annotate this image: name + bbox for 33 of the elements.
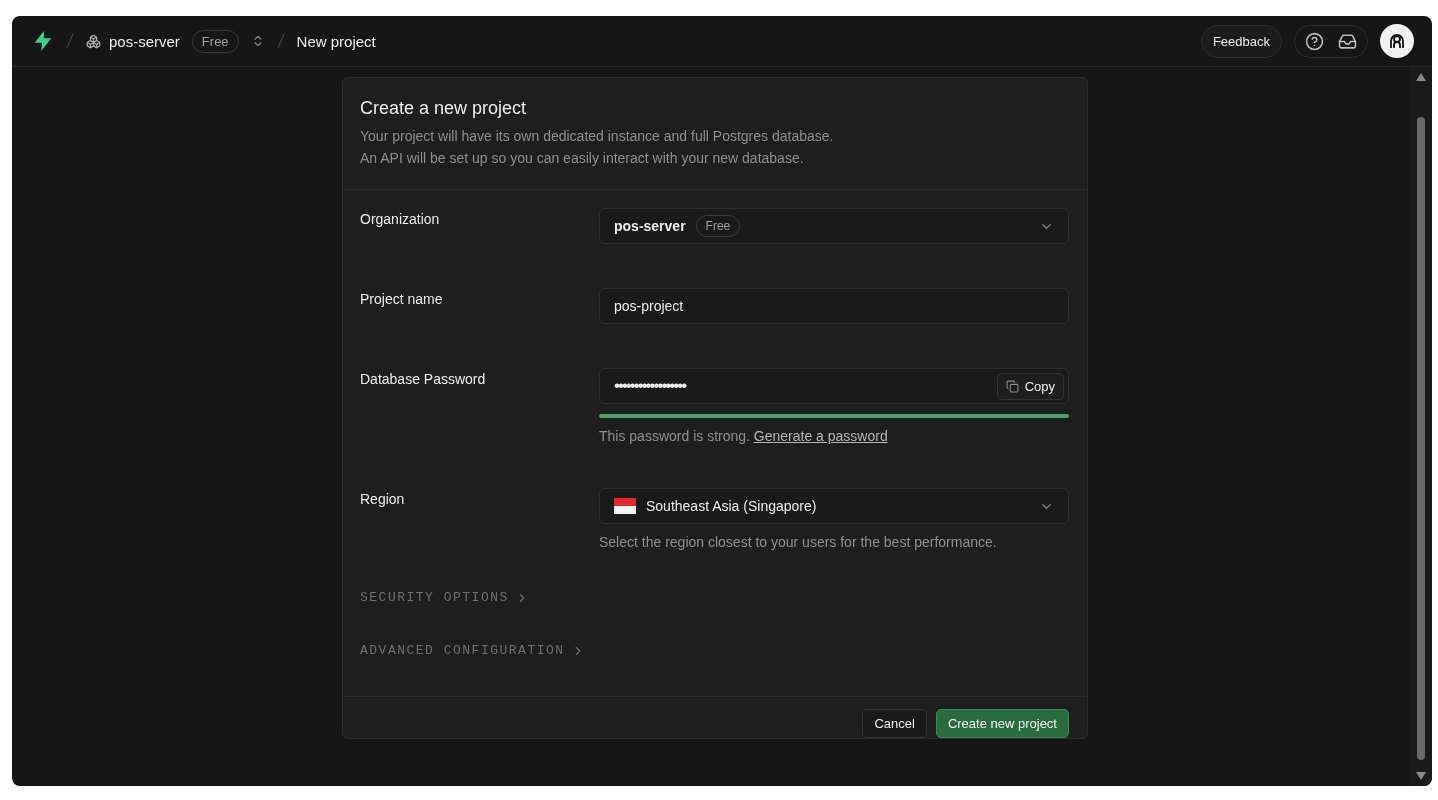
- password-value: ••••••••••••••••••: [614, 376, 686, 396]
- card-description: Your project will have its own dedicated instance and full Postgres database.: [360, 127, 835, 146]
- select-value: pos-server: [614, 218, 686, 234]
- inbox-icon[interactable]: [1338, 31, 1357, 51]
- copy-icon: [1005, 379, 1019, 393]
- input-field[interactable]: pos-project: [599, 288, 1069, 324]
- field-label: Project name: [360, 290, 444, 309]
- separator-icon: [66, 33, 74, 49]
- card-description: An API will be set up so you can easily interact with your new database.: [360, 149, 805, 168]
- help-icon[interactable]: [1305, 31, 1324, 51]
- field-label: Database Password: [360, 370, 487, 389]
- organization-name[interactable]: pos-server: [109, 32, 180, 50]
- generate-password-link[interactable]: Generate a password: [753, 428, 888, 444]
- create-project-button[interactable]: Create new project: [935, 709, 1069, 738]
- feedback-button[interactable]: Feedback: [1200, 24, 1282, 58]
- password-hint: This password is strong. Generate a password: [599, 428, 889, 444]
- cancel-button[interactable]: Cancel: [862, 709, 927, 738]
- page-title: New project: [296, 32, 376, 50]
- organization-select[interactable]: pos-server Free: [599, 208, 1069, 244]
- flag-icon: [614, 498, 636, 514]
- copy-button[interactable]: Copy: [996, 372, 1064, 400]
- password-field[interactable]: •••••••••••••••••• Copy: [599, 368, 1069, 404]
- scrollbar[interactable]: [1410, 67, 1432, 786]
- field-label: Organization: [360, 210, 441, 229]
- organization-icon: [86, 33, 101, 49]
- region-select[interactable]: Southeast Asia (Singapore): [599, 488, 1069, 524]
- separator-icon: [276, 33, 285, 49]
- logo-icon[interactable]: [32, 30, 54, 52]
- field-label: Region: [360, 490, 406, 509]
- region-hint: Select the region closest to your users for the best performance.: [599, 534, 998, 550]
- select-value: Southeast Asia (Singapore): [646, 498, 817, 514]
- avatar[interactable]: [1380, 24, 1414, 58]
- card-title: Create a new project: [360, 98, 528, 119]
